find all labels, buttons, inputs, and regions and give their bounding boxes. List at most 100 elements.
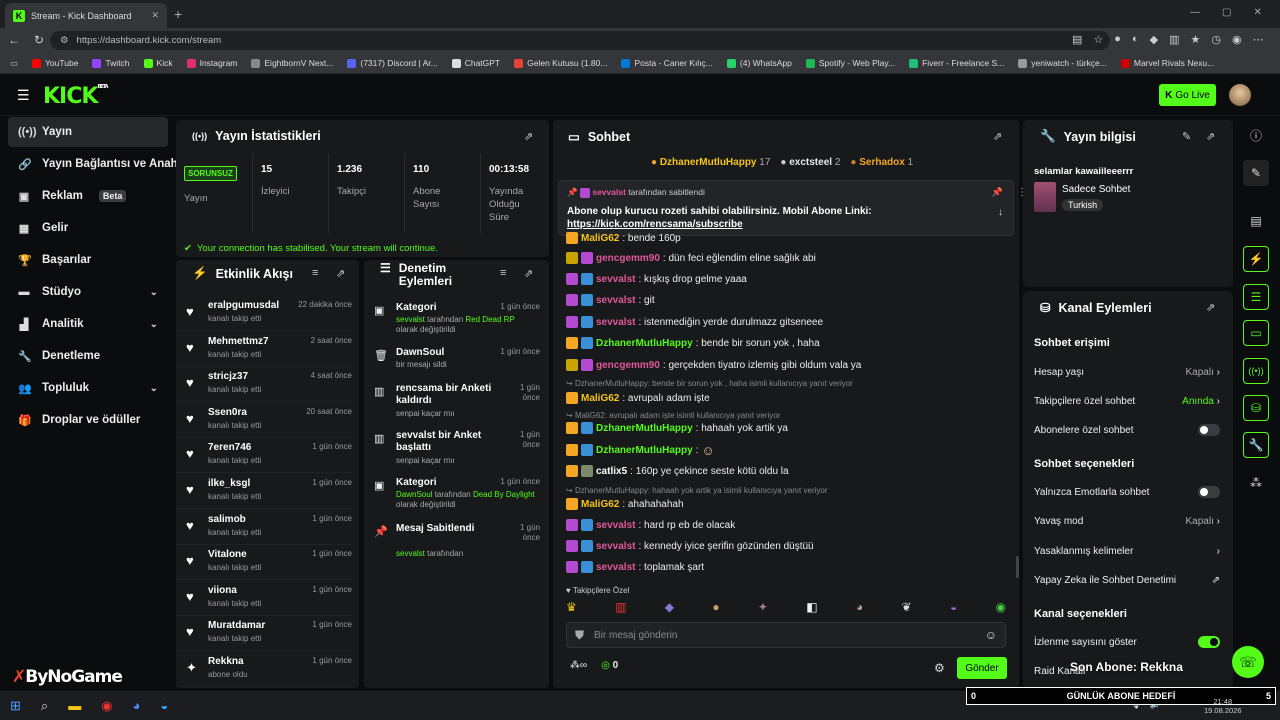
emote[interactable]: ◧ [806, 600, 817, 616]
bookmark[interactable]: ChatGPT [451, 58, 500, 68]
chat-icon[interactable]: ▭ [1243, 320, 1269, 346]
feed-item[interactable]: ♥ Mehmettmz7 kanalı takip etti 2 saat önce [176, 332, 352, 367]
feed-item[interactable]: ♥ ilke_ksgl kanalı takip etti 1 gün önce [176, 474, 352, 509]
gifter-3[interactable]: ● Serhadox 1 [850, 157, 913, 168]
extension2-icon[interactable]: ◐ [1132, 33, 1139, 46]
extension3-icon[interactable]: ◆ [1150, 33, 1158, 46]
chat-message[interactable]: MaliG62: bende 160p [566, 230, 1016, 246]
chat-message[interactable]: DzhanerMutluHappy: ☺ [566, 442, 1016, 458]
points-display[interactable]: ◎ 0 [601, 660, 618, 671]
windows-start-icon[interactable]: ⊞ [10, 698, 21, 714]
bookmark[interactable]: (7317) Discord | Ar... [347, 58, 438, 68]
profile-icon[interactable]: ◉ [1232, 33, 1242, 46]
chat-settings-icon[interactable]: ⚙ [934, 661, 945, 675]
bookmark[interactable]: Marvel Rivals Nexu... [1120, 58, 1214, 68]
send-button[interactable]: Gönder [957, 657, 1007, 679]
bookmark[interactable]: EightbornV Next... [251, 58, 333, 68]
maximize-icon[interactable]: ▢ [1222, 7, 1231, 18]
pinned-link[interactable]: https://kick.com/rencsama/subscribe [567, 219, 743, 230]
emote[interactable]: ♛ [566, 600, 577, 616]
feed-item[interactable]: ♥ Muratdamar kanalı takip etti 1 gün önce [176, 616, 352, 652]
ai-moderation-setting[interactable]: Yapay Zeka ile Sohbet Denetimi ⇗ [1034, 573, 1220, 587]
category-name[interactable]: Sadece Sohbet [1062, 184, 1130, 195]
emote[interactable]: ❦ [902, 600, 912, 616]
sidebar-item-ads[interactable]: ▣ Reklam Beta [8, 181, 168, 211]
chat-message[interactable]: MaliG62: avrupalı adam işte [566, 390, 1016, 406]
layout-icon[interactable]: ▤ [1243, 208, 1269, 234]
bookmark[interactable]: yeniwatch - türkçe... [1018, 58, 1107, 68]
sidebar-item-drops[interactable]: 🎁 Droplar ve ödüller [8, 405, 168, 435]
go-live-button[interactable]: K Go Live [1159, 84, 1216, 106]
chat-username[interactable]: gencgemm90 [596, 360, 660, 371]
popout-icon[interactable]: ⇗ [1206, 130, 1215, 143]
user-avatar[interactable] [1229, 84, 1251, 106]
gifter-2[interactable]: ● exctsteel 2 [780, 157, 840, 168]
popout-icon[interactable]: ⇗ [524, 267, 533, 280]
chat-username[interactable]: catlix5 [596, 466, 627, 477]
close-window-icon[interactable]: ✕ [1253, 7, 1261, 18]
broadcast-icon[interactable]: ((•)) [1243, 358, 1269, 384]
subs-chat-setting[interactable]: Abonelere özel sohbet [1034, 423, 1220, 437]
followers-chat-setting[interactable]: Takipçilere özel sohbet Anında › [1034, 394, 1220, 408]
edge-icon[interactable]: ◒ [160, 698, 168, 714]
banned-words-setting[interactable]: Yasaklanmış kelimeler › [1034, 544, 1220, 558]
chat-username[interactable]: DzhanerMutluHappy [596, 423, 693, 434]
popout-icon[interactable]: ⇗ [524, 130, 533, 143]
sidebar-item-moderation[interactable]: 🔧 Denetleme [8, 341, 168, 371]
bookmark[interactable]: Instagram [186, 58, 237, 68]
chat-message[interactable]: MaliG62: ahahahahah [566, 496, 1016, 512]
feed-item[interactable]: ♥ 7eren746 kanalı takip etti 1 gün önce [176, 438, 352, 474]
sidebar-item-revenue[interactable]: ▦ Gelir [8, 213, 168, 243]
chat-username[interactable]: sevvalst [596, 317, 635, 328]
sidebar-item-stream-key[interactable]: 🔗 Yayın Bağlantısı ve Anahtarı [8, 149, 196, 179]
filter-icon[interactable]: ≡ [500, 267, 506, 279]
sidebar-item-studio[interactable]: ▬ Stüdyo ⌄ [8, 277, 168, 307]
chat-username[interactable]: sevvalst [596, 541, 635, 552]
search-icon[interactable]: ⌕ [41, 698, 48, 714]
minimize-icon[interactable]: — [1190, 7, 1200, 18]
expand-icon[interactable]: ↓ [998, 207, 1003, 218]
emote[interactable]: ◆ [665, 600, 674, 616]
chat-username[interactable]: MaliG62 [581, 499, 619, 510]
bookmark[interactable]: YouTube [32, 58, 78, 68]
menu-icon[interactable]: ⋯ [1253, 33, 1264, 46]
feed-item[interactable]: ♥ salimob kanalı takip etti 1 gün önce [176, 510, 352, 545]
info-icon[interactable]: ⓘ [1243, 122, 1269, 148]
list-icon[interactable]: ☰ [1243, 284, 1269, 310]
chat-message[interactable]: gencgemm90: gerçekden tiyatro izlemiş gi… [566, 357, 1016, 373]
chat-message[interactable]: gencgemm90: dün feci eğlendim eline sağl… [566, 250, 1016, 266]
chat-message[interactable]: catlix5: 160p ye çekince seste kötü oldu… [566, 463, 1016, 479]
bookmark[interactable]: Posta - Caner Kılıç... [621, 58, 713, 68]
feed-item[interactable]: ♥ stricjz37 kanalı takip etti 4 saat önce [176, 367, 352, 403]
sidebar-item-stream[interactable]: ((•)) Yayın [8, 117, 168, 147]
popout-icon[interactable]: ⇗ [336, 267, 345, 280]
chat-username[interactable]: MaliG62 [581, 233, 619, 244]
feed-item[interactable]: ✦ Rekkna abone oldu 1 gün önce [176, 652, 352, 687]
chat-message[interactable]: sevvalst: kışkış drop gelme yaaa [566, 271, 1016, 287]
mod-action-item[interactable]: ▥ sevvalst bir Anket başlattı senpai kaçar… [368, 430, 544, 470]
show-viewers-setting[interactable]: İzlenme sayısını göster [1034, 635, 1220, 649]
feed-item[interactable]: ♥ viiona kanalı takip etti 1 gün önce [176, 581, 352, 616]
hamburger-menu-icon[interactable]: ☰ [17, 87, 30, 104]
kick-logo[interactable]: KICKBETA [43, 84, 109, 109]
wrench-icon[interactable]: 🔧 [1243, 432, 1269, 458]
emoji-icon[interactable]: ☺ [985, 628, 997, 642]
sidebar-item-community[interactable]: 👥 Topluluk ⌄ [8, 373, 168, 403]
pinned-message[interactable]: 📌 sevvalst tarafından sabitlendi Abone o… [558, 180, 1027, 236]
chat-username[interactable]: DzhanerMutluHappy [596, 445, 693, 456]
chat-message[interactable]: DzhanerMutluHappy: bende bir sorun yok ,… [566, 335, 1016, 351]
chat-message[interactable]: sevvalst: toplamak şart [566, 559, 1016, 575]
mod-action-item[interactable]: 📌 Mesaj Sabitlendi sevvalst tarafından 1 gü… [368, 523, 544, 563]
feed-item[interactable]: ♥ Vitalone kanalı takip etti 1 gün önce [176, 545, 352, 581]
edit-icon[interactable]: ✎ [1243, 160, 1269, 186]
chat-username[interactable]: gencgemm90 [596, 253, 660, 264]
feed-item[interactable]: ♥ eralpgumusdal kanalı takip etti 22 dakika… [176, 296, 352, 331]
chat-message[interactable]: sevvalst: istenmediğin yerde durulmazz g… [566, 314, 1016, 330]
bookmark[interactable]: Kick [143, 58, 173, 68]
chat-username[interactable]: sevvalst [596, 520, 635, 531]
address-bar[interactable]: ⚙ https://dashboard.kick.com/stream [50, 31, 1110, 50]
sidebar-item-achievements[interactable]: 🏆 Başarılar [8, 245, 168, 275]
bookmark[interactable]: Gelen Kutusu (1.80... [514, 58, 607, 68]
popout-icon[interactable]: ⇗ [1206, 301, 1215, 314]
app-icon[interactable]: ◉ [101, 698, 112, 714]
